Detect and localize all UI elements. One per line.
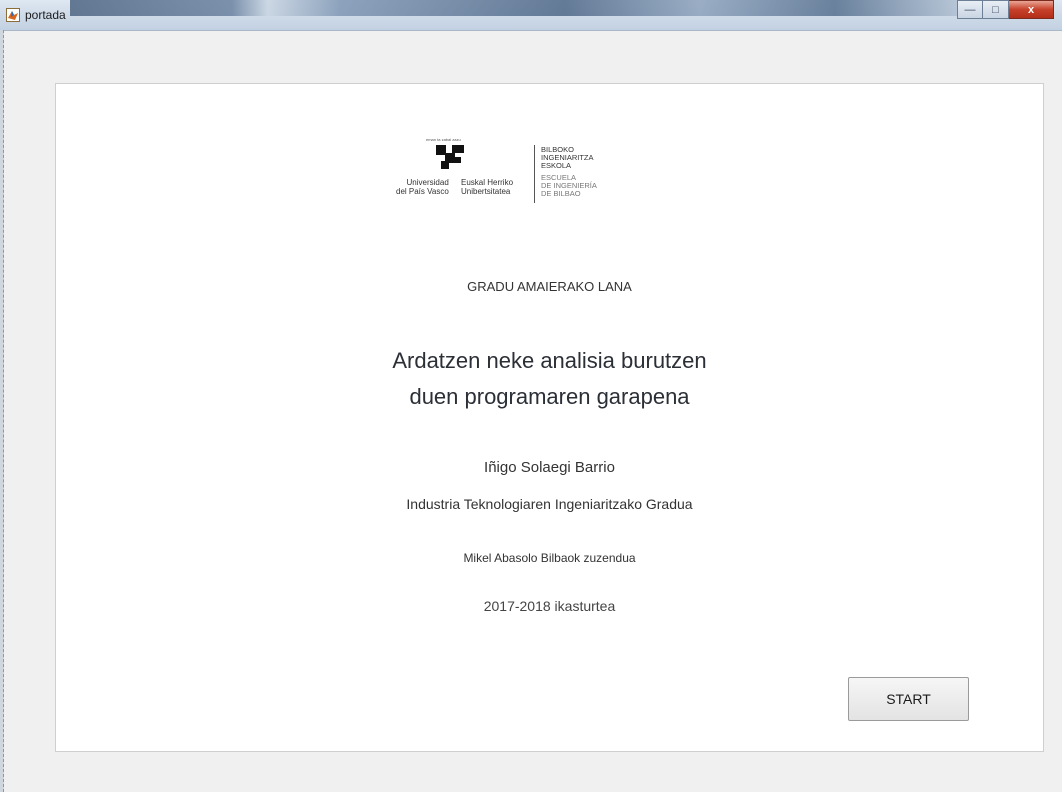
logo-divider <box>534 145 535 203</box>
window-titlebar[interactable]: portada — □ x <box>0 0 1062 31</box>
university-logo: eman ta zabal zazu Universidad del País … <box>388 137 598 225</box>
maximize-button[interactable]: □ <box>983 0 1009 19</box>
window-controls: — □ x <box>957 0 1054 20</box>
background-taskbar-strip <box>70 0 970 16</box>
close-button[interactable]: x <box>1009 0 1054 19</box>
school-name-es: ESCUELA DE INGENIERÍA DE BILBAO <box>541 173 597 199</box>
school-name-eu: BILBOKO INGENIARITZA ESKOLA <box>541 145 594 171</box>
tree-emblem-icon <box>436 145 464 169</box>
academic-year: 2017-2018 ikasturtea <box>483 598 616 614</box>
university-name-es: Universidad del País Vasco <box>396 178 449 196</box>
thesis-title-line-1: Ardatzen neke analisia burutzen <box>392 348 707 373</box>
thesis-title-line-2: duen programaren garapena <box>409 384 690 409</box>
author-name: Iñigo Solaegi Barrio <box>484 459 615 476</box>
start-button[interactable]: START <box>848 677 969 721</box>
degree-name: Industria Teknologiaren Ingeniaritzako G… <box>406 496 693 512</box>
window-left-edge <box>0 30 4 792</box>
thesis-title: Ardatzen neke analisia burutzen duen pro… <box>55 343 1044 415</box>
window-title: portada <box>25 8 66 22</box>
document-type-label: GRADU AMAIERAKO LANA <box>467 279 632 294</box>
director-line: Mikel Abasolo Bilbaok zuzendua <box>463 551 636 565</box>
matlab-icon <box>6 8 20 22</box>
university-name-eu: Euskal Herriko Unibertsitatea <box>461 178 514 196</box>
minimize-button[interactable]: — <box>957 0 983 19</box>
